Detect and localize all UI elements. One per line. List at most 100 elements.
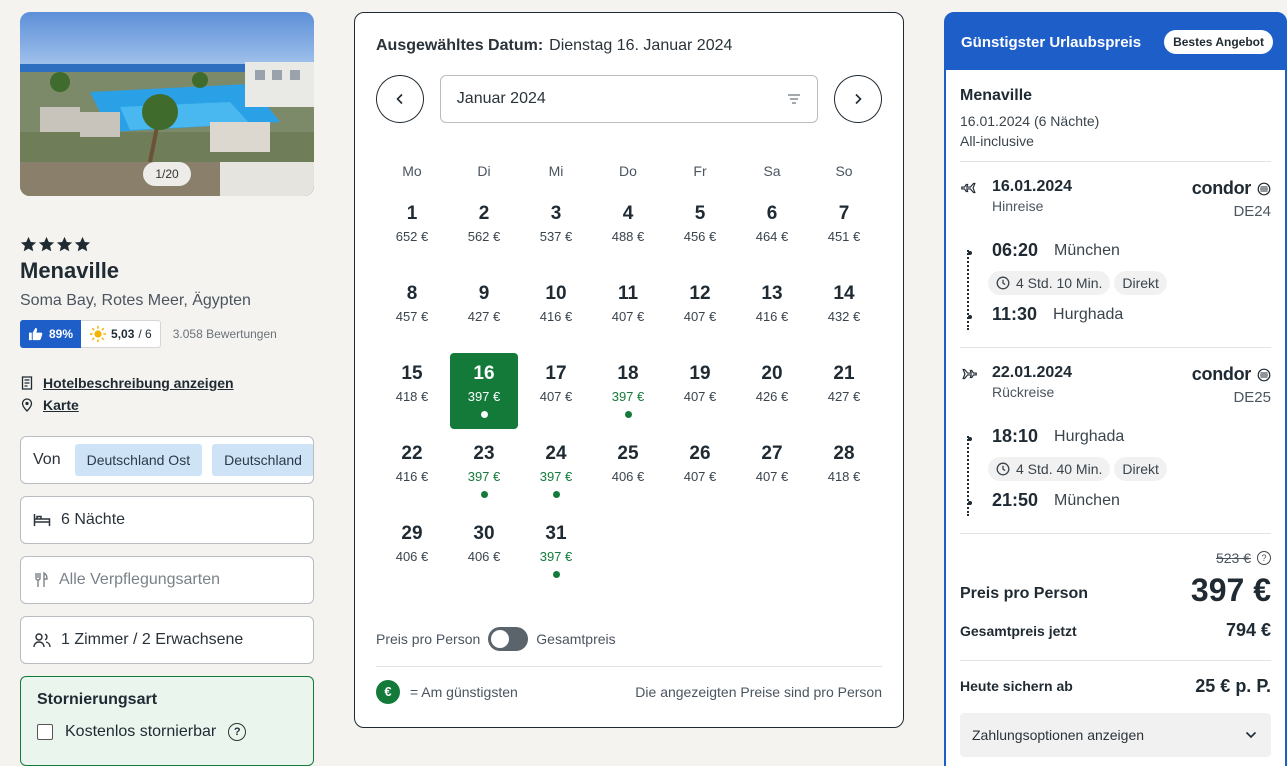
outbound-direction: Hinreise [992,198,1044,214]
day-price: 407 € [683,309,717,324]
calendar-day[interactable]: 21 427 € [810,353,878,429]
calendar-day[interactable]: 25 406 € [594,433,662,509]
calendar-day[interactable]: 1 652 € [378,193,446,269]
day-number: 20 [761,363,783,384]
map-pin-icon [21,398,33,412]
weekday-label: Di [477,163,491,179]
day-price: 537 € [539,229,573,244]
deposit-label: Heute sichern ab [960,678,1073,694]
calendar-day[interactable]: 20 426 € [738,353,806,429]
free-cancellation-option[interactable]: Kostenlos stornierbar ? [37,723,297,741]
calendar-day[interactable]: 9 427 € [450,273,518,349]
return-arrival: 21:50 München [992,490,1120,511]
calendar-day[interactable]: 12 407 € [666,273,734,349]
payment-options-label: Zahlungsoptionen anzeigen [972,727,1145,743]
calendar-day[interactable]: 5 456 € [666,193,734,269]
price-summary: 523 € ? Preis pro Person 397 € Gesamtpre… [960,534,1271,660]
calendar-day[interactable]: 3 537 € [522,193,590,269]
calendar-day[interactable]: 28 418 € [810,433,878,509]
calendar-day[interactable]: 13 416 € [738,273,806,349]
cheapest-legend: € = Am günstigsten [376,679,518,704]
calendar-day[interactable]: 22 416 € [378,433,446,509]
rooms-field[interactable]: 1 Zimmer / 2 Erwachsene [20,616,314,664]
day-number: 19 [689,363,711,384]
cutlery-icon [35,572,48,587]
day-price: 407 € [683,389,717,404]
day-number: 2 [478,203,490,224]
outbound-flight-number: DE24 [1233,203,1271,220]
calendar-day[interactable]: 23 397 € [450,433,518,509]
map-link-label: Karte [43,397,79,413]
flight-type: Direkt [1114,271,1167,295]
outbound-flight: 16.01.2024 Hinreise condor DE24 06:20 Mü… [960,162,1271,347]
calendar-day[interactable]: 31 397 € [522,513,590,589]
day-price: 457 € [395,309,429,324]
next-month-button[interactable] [834,75,883,123]
calendar-day[interactable]: 7 451 € [810,193,878,269]
calendar-day[interactable]: 14 432 € [810,273,878,349]
day-number: 26 [689,443,711,464]
calendar-day[interactable]: 11 407 € [594,273,662,349]
duration-field[interactable]: 6 Nächte [20,496,314,544]
payment-options-button[interactable]: Zahlungsoptionen anzeigen [960,713,1271,757]
board-field[interactable]: Alle Verpflegungsarten [20,556,314,604]
calendar-day[interactable]: 19 407 € [666,353,734,429]
calendar-day[interactable]: 24 397 € [522,433,590,509]
duration-text: 4 Std. 40 Min. [1016,461,1103,477]
clock-icon [996,462,1010,476]
day-number: 14 [833,283,855,304]
day-price: 407 € [755,469,789,484]
star-icon [20,236,37,252]
calendar-day[interactable]: 4 488 € [594,193,662,269]
calendar-day[interactable]: 2 562 € [450,193,518,269]
price-mode-toggle-row: Preis pro Person Gesamtpreis [376,627,616,651]
price-mode-toggle[interactable] [488,627,529,651]
plane-departure-icon [961,182,976,194]
calendar-day[interactable]: 30 406 € [450,513,518,589]
weekday-label: Fr [693,163,707,179]
hotel-photo-gallery[interactable]: 1/20 [20,12,314,196]
departure-field[interactable]: Von Deutschland Ost Deutschland [20,436,314,484]
price-per-person-label: Preis pro Person [960,585,1089,602]
hotel-description-link[interactable]: Hotelbeschreibung anzeigen [20,372,314,394]
departure-chip[interactable]: Deutschland [212,444,313,476]
rating-summary[interactable]: 89% 5,03 / 6 3.058 Bewertungen [20,320,314,348]
price-calendar: Ausgewähltes Datum: Dienstag 16. Januar 2… [354,12,904,728]
day-price: 397 € [467,389,501,404]
total-price-label: Gesamtpreis jetzt [960,623,1077,639]
arrival-time: 11:30 [992,304,1038,324]
departure-chip[interactable]: Deutschland Ost [74,444,203,476]
calendar-day[interactable]: 8 457 € [378,273,446,349]
day-price: 397 € [611,389,645,404]
calendar-day[interactable]: 6 464 € [738,193,806,269]
map-link[interactable]: Karte [20,394,314,416]
offer-dates: 16.01.2024 (6 Nächte) [960,113,1100,129]
month-select[interactable]: Januar 2024 [439,75,819,123]
help-icon[interactable]: ? [1257,551,1271,565]
return-date: 22.01.2024 [992,364,1073,381]
day-price: 416 € [395,469,429,484]
day-number: 31 [545,523,567,544]
calendar-day[interactable]: 10 416 € [522,273,590,349]
calendar-day[interactable]: 15 418 € [378,353,446,429]
chevron-down-icon [1245,731,1257,739]
calendar-day-selected[interactable]: 16 397 € [450,353,518,429]
day-price: 397 € [539,549,573,564]
thumbs-up-icon [28,327,43,341]
selected-date: Ausgewähltes Datum: Dienstag 16. Januar 2… [376,37,882,55]
calendar-day[interactable]: 27 407 € [738,433,806,509]
calendar-day[interactable]: 26 407 € [666,433,734,509]
calendar-day[interactable]: 17 407 € [522,353,590,429]
help-icon[interactable]: ? [228,723,247,741]
calendar-day[interactable]: 18 397 € [594,353,662,429]
calendar-day[interactable]: 29 406 € [378,513,446,589]
airline-logo: condor [1192,364,1271,385]
free-cancellation-checkbox[interactable] [37,724,53,740]
day-number: 30 [473,523,495,544]
star-icon [56,236,73,252]
weekday-header: Mo Di Mi Do Fr Sa So [376,163,882,179]
previous-month-button[interactable] [376,75,424,123]
deposit-value: 25 € p. P. [1195,675,1271,696]
people-icon [33,633,51,648]
departure-place: Hurghada [1054,427,1125,445]
